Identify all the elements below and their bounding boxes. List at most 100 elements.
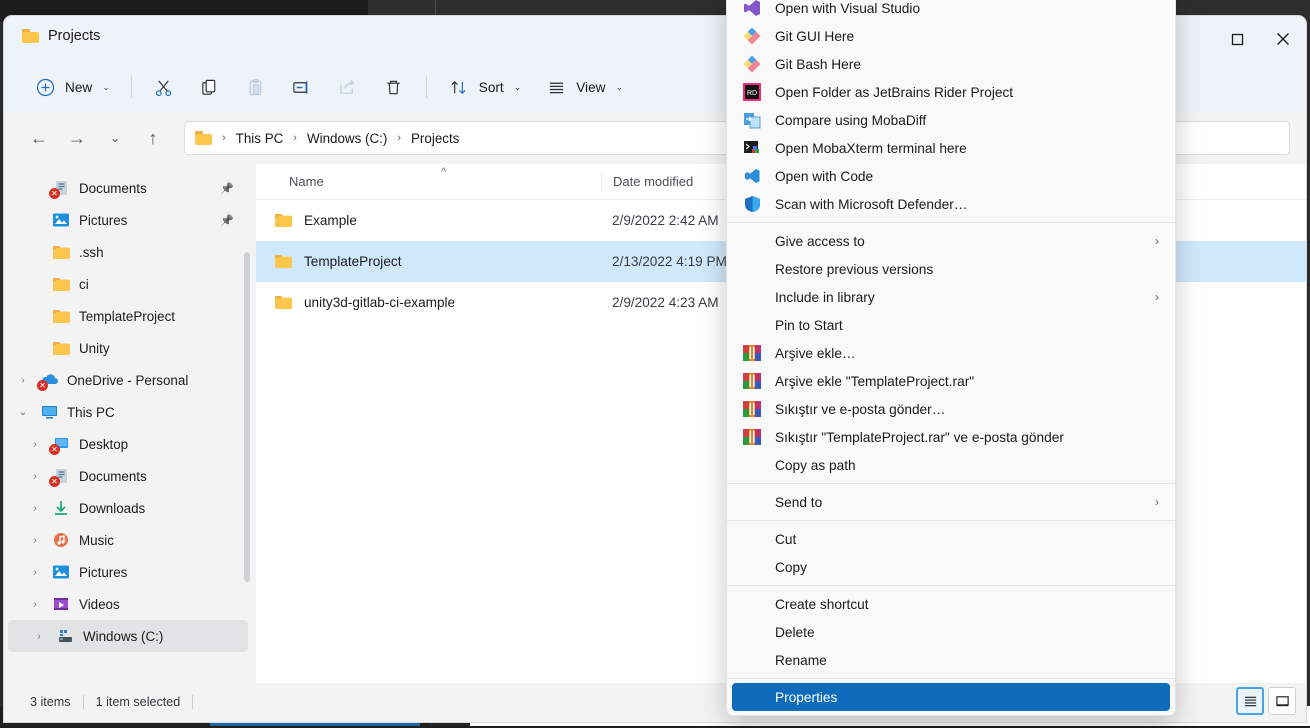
context-menu-item-label: Open Folder as JetBrains Rider Project — [775, 85, 1013, 100]
mobaxterm-icon — [741, 138, 763, 158]
breadcrumb-separator: › — [291, 132, 299, 144]
context-menu-item-s-k-t-r-templateproject-rar-ve-e-posta-g-nder[interactable]: Sıkıştır "TemplateProject.rar" ve e-post… — [727, 423, 1175, 451]
context-menu-item-send-to[interactable]: Send to› — [727, 488, 1175, 516]
column-header-name[interactable]: ^ Name — [256, 174, 601, 189]
trash-icon — [383, 76, 405, 98]
close-button[interactable] — [1260, 16, 1306, 62]
sidebar-item-music[interactable]: ›Music — [4, 524, 256, 556]
context-menu-item-label: Copy as path — [775, 458, 856, 473]
expander-chevron-icon[interactable]: › — [26, 503, 44, 514]
sidebar-item-windows-c[interactable]: ›Windows (C:) — [8, 620, 248, 652]
context-menu-item-git-bash-here[interactable]: Git Bash Here — [727, 50, 1175, 78]
expander-chevron-icon[interactable]: › — [30, 631, 48, 642]
sidebar-item-label: Downloads — [79, 501, 145, 516]
explorer-tab[interactable]: Projects — [22, 28, 100, 44]
breadcrumb-separator: › — [220, 132, 228, 144]
context-menu-item-cut[interactable]: Cut — [727, 525, 1175, 553]
sidebar-item-desktop[interactable]: ›✕Desktop — [4, 428, 256, 460]
sidebar-item-templateproject[interactable]: TemplateProject — [4, 300, 256, 332]
expander-chevron-icon[interactable]: › — [26, 535, 44, 546]
folder-icon — [195, 131, 212, 145]
delete-button[interactable] — [371, 70, 417, 104]
sidebar-item-label: ci — [79, 277, 89, 292]
context-menu-item-give-access-to[interactable]: Give access to› — [727, 227, 1175, 255]
context-menu-item-compare-using-mobadiff[interactable]: Compare using MobaDiff — [727, 106, 1175, 134]
context-menu-item-delete[interactable]: Delete — [727, 618, 1175, 646]
context-menu-item-ar-ive-ekle-templateproject-rar[interactable]: Arşive ekle "TemplateProject.rar" — [727, 367, 1175, 395]
context-menu-item-label: Delete — [775, 625, 815, 640]
winrar-icon — [741, 371, 763, 391]
context-menu-item-open-folder-as-jetbrains-rider-project[interactable]: RDOpen Folder as JetBrains Rider Project — [727, 78, 1175, 106]
sidebar-item-this-pc[interactable]: ⌄This PC — [4, 396, 256, 428]
back-button[interactable]: ← — [20, 121, 58, 155]
no-icon — [741, 287, 763, 307]
context-menu-item-restore-previous-versions[interactable]: Restore previous versions — [727, 255, 1175, 283]
sidebar-item-onedrive-personal[interactable]: ›✕OneDrive - Personal — [4, 364, 256, 396]
context-menu-item-include-in-library[interactable]: Include in library› — [727, 283, 1175, 311]
sort-button[interactable]: Sort ⌄ — [436, 70, 533, 104]
context-menu-item-open-with-code[interactable]: Open with Code — [727, 162, 1175, 190]
context-menu-item-open-mobaxterm-terminal-here[interactable]: Open MobaXterm terminal here — [727, 134, 1175, 162]
new-button[interactable]: New ⌄ — [22, 70, 122, 104]
context-menu-item-create-shortcut[interactable]: Create shortcut — [727, 590, 1175, 618]
large-icons-view-button[interactable] — [1268, 687, 1296, 715]
scissors-icon — [153, 76, 175, 98]
context-menu-item-label: Include in library — [775, 290, 875, 305]
breadcrumb-item-this-pc[interactable]: This PC — [232, 129, 288, 148]
expander-chevron-icon[interactable]: › — [26, 439, 44, 450]
copy-button[interactable] — [187, 70, 233, 104]
sidebar-item-pictures[interactable]: Pictures📌 — [4, 204, 256, 236]
view-button[interactable]: View ⌄ — [533, 70, 635, 104]
toolbar-separator-2 — [426, 76, 427, 98]
sidebar-item-documents[interactable]: ›✕Documents — [4, 460, 256, 492]
sidebar-item-unity[interactable]: Unity — [4, 332, 256, 364]
item-count: 3 items — [18, 695, 83, 709]
git-icon — [741, 54, 763, 74]
context-menu-item-label: Create shortcut — [775, 597, 869, 612]
context-menu-item-pin-to-start[interactable]: Pin to Start — [727, 311, 1175, 339]
up-button[interactable]: ↑ — [134, 121, 172, 155]
context-menu-item-label: Properties — [775, 690, 837, 705]
expander-chevron-icon[interactable]: › — [26, 471, 44, 482]
context-menu-item-scan-with-microsoft-defender[interactable]: Scan with Microsoft Defender… — [727, 190, 1175, 218]
folder-icon — [52, 244, 71, 261]
rename-button[interactable] — [279, 70, 325, 104]
sidebar-item-documents[interactable]: ✕Documents📌 — [4, 172, 256, 204]
context-menu-item-properties[interactable]: Properties — [732, 683, 1170, 711]
sidebar-item-downloads[interactable]: › Downloads — [4, 492, 256, 524]
cut-button[interactable] — [141, 70, 187, 104]
breadcrumb-item-windows-c[interactable]: Windows (C:) — [303, 129, 391, 148]
sidebar-item-ci[interactable]: ci — [4, 268, 256, 300]
context-menu-item-label: Scan with Microsoft Defender… — [775, 197, 967, 212]
folder-icon — [274, 212, 293, 229]
forward-button[interactable]: → — [58, 121, 96, 155]
maximize-button[interactable] — [1214, 16, 1260, 62]
context-menu-item-label: Cut — [775, 532, 796, 547]
pin-icon[interactable]: 📌 — [220, 214, 234, 227]
paste-button — [233, 70, 279, 104]
menu-separator — [727, 585, 1175, 586]
context-menu-item-open-with-visual-studio[interactable]: Open with Visual Studio — [727, 0, 1175, 22]
details-view-button[interactable] — [1236, 687, 1264, 715]
toolbar-separator — [131, 76, 132, 98]
expander-chevron-icon[interactable]: ⌄ — [14, 407, 32, 418]
expander-chevron-icon[interactable]: › — [26, 567, 44, 578]
context-menu-item-s-k-t-r-ve-e-posta-g-nder[interactable]: Sıkıştır ve e-posta gönder… — [727, 395, 1175, 423]
breadcrumb-item-projects[interactable]: Projects — [407, 129, 463, 148]
no-icon — [741, 622, 763, 642]
pictures-icon — [52, 564, 71, 581]
expander-chevron-icon[interactable]: › — [26, 599, 44, 610]
context-menu-item-copy[interactable]: Copy — [727, 553, 1175, 581]
context-menu-item-label: Send to — [775, 495, 822, 510]
pin-icon[interactable]: 📌 — [220, 182, 234, 195]
context-menu-item-label: Compare using MobaDiff — [775, 113, 926, 128]
sidebar-item-pictures[interactable]: ›Pictures — [4, 556, 256, 588]
context-menu-item-git-gui-here[interactable]: Git GUI Here — [727, 22, 1175, 50]
recent-locations-button[interactable]: ⌄ — [96, 121, 134, 155]
expander-chevron-icon[interactable]: › — [14, 375, 32, 386]
sidebar-item-videos[interactable]: ›Videos — [4, 588, 256, 620]
context-menu-item-ar-ive-ekle[interactable]: Arşive ekle… — [727, 339, 1175, 367]
sidebar-item-ssh[interactable]: .ssh — [4, 236, 256, 268]
context-menu-item-rename[interactable]: Rename — [727, 646, 1175, 674]
context-menu-item-copy-as-path[interactable]: Copy as path — [727, 451, 1175, 479]
